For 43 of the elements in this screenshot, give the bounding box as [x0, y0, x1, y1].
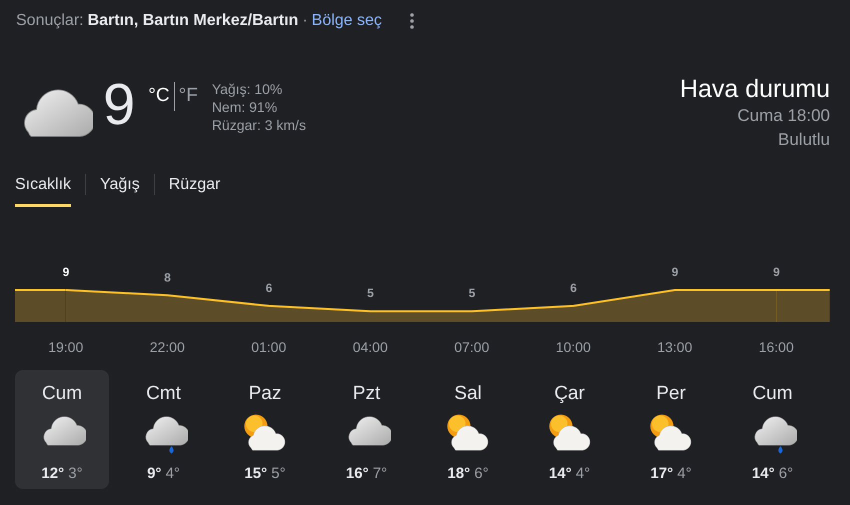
- weather-detail: Nem: 91%: [212, 98, 278, 116]
- forecast-day[interactable]: Pzt 16° 7°: [320, 370, 414, 489]
- chart-tab[interactable]: Rüzgar: [168, 169, 220, 207]
- forecast-day[interactable]: Çar 14° 4°: [522, 370, 616, 489]
- forecast-day[interactable]: Cum 12° 3°: [15, 370, 109, 489]
- temperature-label: 9: [671, 265, 678, 279]
- unit-toggle[interactable]: °C: [144, 82, 174, 110]
- time-label: 13:00: [656, 338, 694, 357]
- forecast-day[interactable]: Paz 15° 5°: [218, 370, 312, 489]
- time-label: 16:00: [758, 338, 795, 357]
- line-extension: [15, 289, 66, 322]
- more-options-icon[interactable]: [410, 12, 414, 28]
- temperature-label: 9: [62, 265, 70, 279]
- time-label: 07:00: [453, 338, 490, 357]
- forecast-day[interactable]: Cmt 9° 4°: [116, 370, 210, 489]
- results-label: Sonuçlar:: [16, 10, 84, 30]
- temperature-label: 9: [772, 265, 780, 279]
- chart-tab[interactable]: Sıcaklık: [15, 169, 72, 207]
- time-label: 04:00: [352, 338, 389, 357]
- chart-tab[interactable]: Yağış: [100, 169, 140, 207]
- weather-title: Hava durumu: [680, 76, 830, 104]
- temperature-label: 5: [468, 286, 476, 300]
- forecast-day[interactable]: Per 17° 4°: [624, 370, 718, 489]
- condition-text: Bulutlu: [777, 128, 830, 150]
- location-name: Bartın, Bartın Merkez/Bartın: [88, 10, 298, 30]
- unit-toggle[interactable]: °F: [174, 82, 202, 110]
- temperature-label: 6: [570, 280, 577, 295]
- forecast-day[interactable]: Sal 18° 6°: [421, 370, 515, 489]
- region-link[interactable]: Bölge seç: [312, 8, 382, 32]
- time-label: 01:00: [250, 338, 288, 357]
- forecast-day[interactable]: Cum 14° 6°: [726, 370, 820, 489]
- temperature-label: 8: [164, 270, 171, 284]
- time-label: 10:00: [554, 338, 592, 357]
- separator-dot: ·: [302, 10, 308, 30]
- temperature-value: 9: [103, 76, 136, 139]
- weather-detail: Yağış: 10%: [212, 80, 284, 98]
- temperature-label: 6: [265, 280, 272, 295]
- weather-detail: Rüzgar: 3 km/s: [212, 116, 306, 134]
- temperature-label: 5: [366, 286, 374, 300]
- time-label: 19:00: [47, 338, 84, 357]
- line-extension: [776, 289, 830, 322]
- day-time: Cuma 18:00: [736, 104, 830, 126]
- time-label: 22:00: [148, 338, 186, 357]
